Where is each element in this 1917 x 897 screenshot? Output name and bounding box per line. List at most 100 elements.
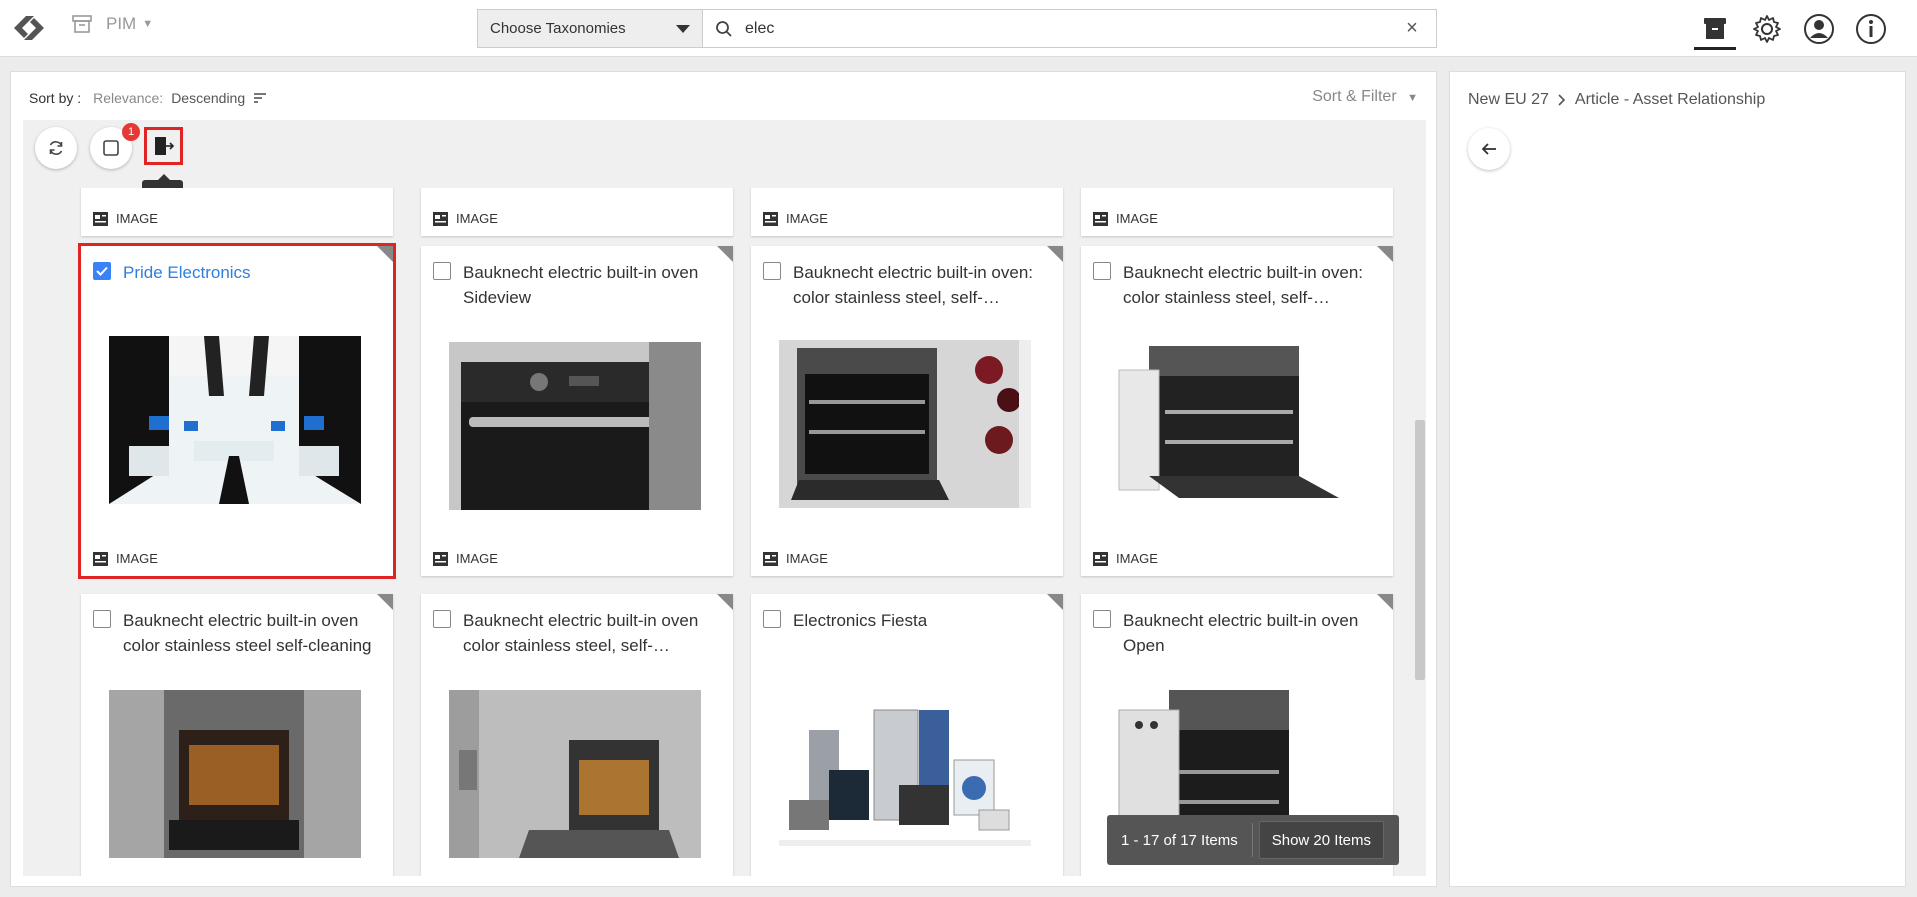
asset-type-label: IMAGE bbox=[456, 551, 498, 566]
asset-type: IMAGE bbox=[763, 211, 828, 226]
card-corner-marker bbox=[717, 594, 733, 610]
checkmark-icon bbox=[96, 266, 108, 276]
top-bar: PIM ▼ Choose Taxonomies × bbox=[0, 0, 1917, 57]
card-header: Electronics Fiesta bbox=[763, 608, 1045, 633]
card-title[interactable]: Pride Electronics bbox=[123, 260, 251, 285]
card-checkbox[interactable] bbox=[433, 610, 451, 628]
image-type-icon bbox=[93, 211, 108, 226]
asset-card[interactable]: Bauknecht electric built-in oven: color … bbox=[751, 246, 1063, 576]
box-archive-button[interactable] bbox=[1694, 8, 1736, 50]
clear-search-icon[interactable]: × bbox=[1400, 17, 1424, 40]
card-title[interactable]: Bauknecht electric built-in oven: color … bbox=[1123, 260, 1375, 310]
card-corner-marker bbox=[717, 246, 733, 262]
asset-card[interactable]: Electronics Fiesta IMAGE bbox=[751, 594, 1063, 876]
card-header: Bauknecht electric built-in oven color s… bbox=[93, 608, 375, 658]
asset-card[interactable]: Bauknecht electric built-in oven color s… bbox=[81, 594, 393, 876]
asset-card[interactable]: IMAGE bbox=[421, 188, 733, 236]
taxonomy-label: Choose Taxonomies bbox=[490, 20, 626, 37]
search-icon bbox=[716, 20, 732, 37]
asset-type-label: IMAGE bbox=[456, 211, 498, 226]
asset-type: IMAGE bbox=[433, 211, 498, 226]
card-title[interactable]: Bauknecht electric built-in oven color s… bbox=[463, 608, 715, 658]
add-to-relationship-icon bbox=[154, 137, 174, 155]
top-icon-group bbox=[1694, 8, 1892, 50]
app-switcher[interactable]: PIM ▼ bbox=[72, 14, 153, 34]
showroom-image bbox=[109, 336, 361, 504]
oven-front-image bbox=[109, 690, 361, 858]
sort-direction[interactable]: Descending bbox=[171, 90, 245, 106]
taxonomy-dropdown[interactable]: Choose Taxonomies bbox=[478, 10, 703, 47]
checkbox-outline-icon bbox=[103, 140, 119, 156]
card-title[interactable]: Bauknecht electric built-in oven Sidevie… bbox=[463, 260, 715, 310]
image-type-icon bbox=[433, 551, 448, 566]
image-type-icon bbox=[763, 211, 778, 226]
asset-type: IMAGE bbox=[1093, 211, 1158, 226]
breadcrumb-item: Article - Asset Relationship bbox=[1574, 91, 1766, 108]
app-logo-icon[interactable] bbox=[6, 10, 52, 46]
card-corner-marker bbox=[377, 246, 393, 262]
show-items-button[interactable]: Show 20 Items bbox=[1258, 821, 1384, 859]
asset-card[interactable]: Bauknecht electric built-in oven: color … bbox=[1081, 246, 1393, 576]
card-corner-marker bbox=[1047, 594, 1063, 610]
refresh-button[interactable] bbox=[35, 127, 77, 169]
oven-cutout-image bbox=[1109, 340, 1361, 508]
image-type-icon bbox=[433, 211, 448, 226]
asset-card-pride-electronics[interactable]: Pride Electronics IMAGE bbox=[78, 243, 396, 579]
card-checkbox[interactable] bbox=[1093, 610, 1111, 628]
box-archive-icon bbox=[1704, 17, 1726, 39]
results-panel: Sort by : Relevance: Descending Sort & F… bbox=[10, 71, 1437, 887]
archive-icon bbox=[72, 15, 92, 33]
card-header: Bauknecht electric built-in oven Open bbox=[1093, 608, 1375, 658]
settings-button[interactable] bbox=[1746, 8, 1788, 50]
asset-type: IMAGE bbox=[1093, 551, 1158, 566]
card-checkbox[interactable] bbox=[433, 262, 451, 280]
gear-icon bbox=[1753, 15, 1781, 43]
card-corner-marker bbox=[1047, 246, 1063, 262]
sort-label: Sort by : bbox=[29, 90, 82, 106]
sort-filter-toggle[interactable]: Sort & Filter ▼ bbox=[1312, 88, 1418, 106]
search-field: × bbox=[703, 10, 1436, 47]
card-title[interactable]: Bauknecht electric built-in oven color s… bbox=[123, 608, 375, 658]
asset-card[interactable]: Bauknecht electric built-in oven Sidevie… bbox=[421, 246, 733, 576]
search-input[interactable] bbox=[745, 19, 1400, 38]
add-button[interactable] bbox=[144, 127, 183, 165]
breadcrumb-item[interactable]: New EU 27 bbox=[1468, 91, 1549, 109]
info-button[interactable] bbox=[1850, 8, 1892, 50]
card-header: Pride Electronics bbox=[93, 260, 375, 285]
asset-card[interactable]: IMAGE bbox=[1081, 188, 1393, 236]
caret-down-icon: ▼ bbox=[1407, 92, 1418, 104]
app-menu-label: PIM bbox=[106, 14, 137, 33]
card-corner-marker bbox=[377, 594, 393, 610]
oven-open-image bbox=[779, 340, 1031, 508]
profile-button[interactable] bbox=[1798, 8, 1840, 50]
card-checkbox[interactable] bbox=[93, 610, 111, 628]
user-circle-icon bbox=[1804, 14, 1834, 44]
card-title[interactable]: Bauknecht electric built-in oven: color … bbox=[793, 260, 1045, 310]
sort-field[interactable]: Relevance: bbox=[93, 90, 163, 106]
asset-type: IMAGE bbox=[93, 551, 158, 566]
image-type-icon bbox=[93, 551, 108, 566]
chevron-down-icon: ▼ bbox=[142, 18, 154, 30]
asset-card[interactable]: Bauknecht electric built-in oven color s… bbox=[421, 594, 733, 876]
image-type-icon bbox=[1093, 211, 1108, 226]
refresh-icon bbox=[49, 141, 63, 155]
asset-card[interactable]: IMAGE bbox=[751, 188, 1063, 236]
card-checkbox[interactable] bbox=[1093, 262, 1111, 280]
card-checkbox[interactable] bbox=[763, 610, 781, 628]
card-header: Bauknecht electric built-in oven: color … bbox=[1093, 260, 1375, 310]
asset-type-label: IMAGE bbox=[116, 551, 158, 566]
card-title[interactable]: Electronics Fiesta bbox=[793, 608, 927, 633]
asset-card[interactable]: IMAGE bbox=[81, 188, 393, 236]
sort-order-icon[interactable] bbox=[253, 92, 267, 104]
selected-count-badge: 1 bbox=[122, 123, 140, 141]
chevron-right-icon bbox=[1558, 94, 1566, 106]
grid-scrollbar-thumb[interactable] bbox=[1415, 420, 1425, 680]
asset-type: IMAGE bbox=[433, 551, 498, 566]
card-checkbox[interactable] bbox=[763, 262, 781, 280]
card-header: Bauknecht electric built-in oven color s… bbox=[433, 608, 715, 658]
grid-toolbar bbox=[23, 120, 1426, 188]
back-button[interactable] bbox=[1468, 128, 1510, 170]
card-title[interactable]: Bauknecht electric built-in oven Open bbox=[1123, 608, 1375, 658]
card-checkbox[interactable] bbox=[93, 262, 111, 280]
select-toggle-button[interactable]: 1 bbox=[90, 123, 140, 169]
